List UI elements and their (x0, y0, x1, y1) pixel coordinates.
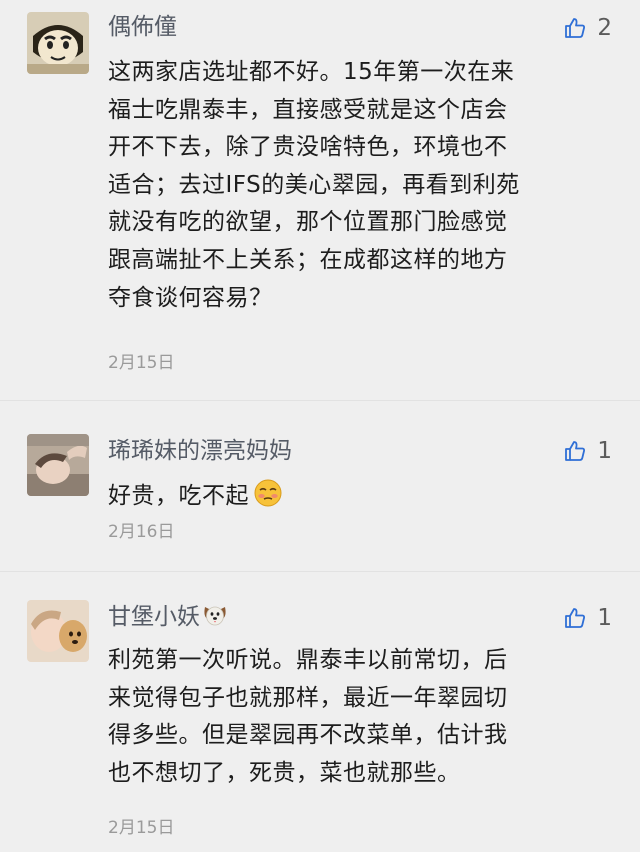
comment-line: 适合；去过IFS的美心翠园，再看到利苑 (108, 171, 520, 198)
comment-date: 2月16日 (108, 522, 175, 542)
comment-item: 琋琋妹的漂亮妈妈 1 好贵，吃不起 2月16日 (0, 401, 640, 571)
comment-item: 偶佈僮 2 这两家店选址都不好。15年第一次在来 福士吃鼎泰丰，直接感受就是这个… (0, 0, 640, 400)
comment-line: 跟高端扯不上关系；在成都这样的地方 (108, 246, 508, 273)
author-name[interactable]: 甘堡小妖 (108, 602, 228, 635)
author-name[interactable]: 偶佈僮 (108, 12, 177, 42)
cartoon-boy-avatar-icon (27, 12, 89, 74)
comment-date: 2月15日 (108, 353, 175, 373)
comment-date: 2月15日 (108, 818, 175, 838)
thumbs-up-icon (565, 608, 586, 628)
child-photo-avatar-icon (27, 434, 89, 496)
comment-line: 来觉得包子也就那样，最近一年翠园切 (108, 684, 508, 711)
dog-face-emoji-icon (202, 603, 228, 635)
comment-line: 得多些。但是翠园再不改菜单，估计我 (108, 722, 508, 749)
comment-line: 开不下去，除了贵没啥特色，环境也不 (108, 134, 508, 161)
like-count: 1 (597, 605, 612, 631)
comment-text: 利苑第一次听说。鼎泰丰以前常切，后 来觉得包子也就那样，最近一年翠园切 得多些。… (108, 642, 608, 792)
blushing-face-emoji-icon (253, 478, 283, 521)
like-count: 1 (597, 438, 612, 464)
avatar[interactable] (27, 600, 89, 662)
avatar[interactable] (27, 434, 89, 496)
thumbs-up-icon (565, 441, 586, 461)
avatar[interactable] (27, 12, 89, 74)
comment-line: 也不想切了，死贵，菜也就那些。 (108, 759, 461, 786)
like-count: 2 (597, 15, 612, 41)
comment-line: 这两家店选址都不好。15年第一次在来 (108, 59, 515, 85)
author-name[interactable]: 琋琋妹的漂亮妈妈 (108, 436, 292, 466)
like-button[interactable]: 1 (563, 603, 612, 633)
comment-item: 甘堡小妖 1 利苑第一次听说。鼎泰丰以前常切，后 来觉得包子也就那样，最近一年翠… (0, 572, 640, 852)
comment-line: 福士吃鼎泰丰，直接感受就是这个店会 (108, 96, 508, 123)
comment-line: 夺食谈何容易？ (108, 284, 273, 311)
comment-line: 就没有吃的欲望，那个位置那门脸感觉 (108, 209, 508, 236)
comment-line: 好贵，吃不起 (108, 483, 249, 509)
like-button[interactable]: 2 (563, 13, 612, 43)
comment-text: 好贵，吃不起 (108, 478, 608, 521)
author-label: 甘堡小妖 (108, 604, 200, 630)
thumbs-up-icon (565, 18, 586, 38)
comment-line: 利苑第一次听说。鼎泰丰以前常切，后 (108, 647, 508, 673)
child-with-dog-avatar-icon (27, 600, 89, 662)
like-button[interactable]: 1 (563, 436, 612, 466)
comment-text: 这两家店选址都不好。15年第一次在来 福士吃鼎泰丰，直接感受就是这个店会 开不下… (108, 54, 608, 317)
